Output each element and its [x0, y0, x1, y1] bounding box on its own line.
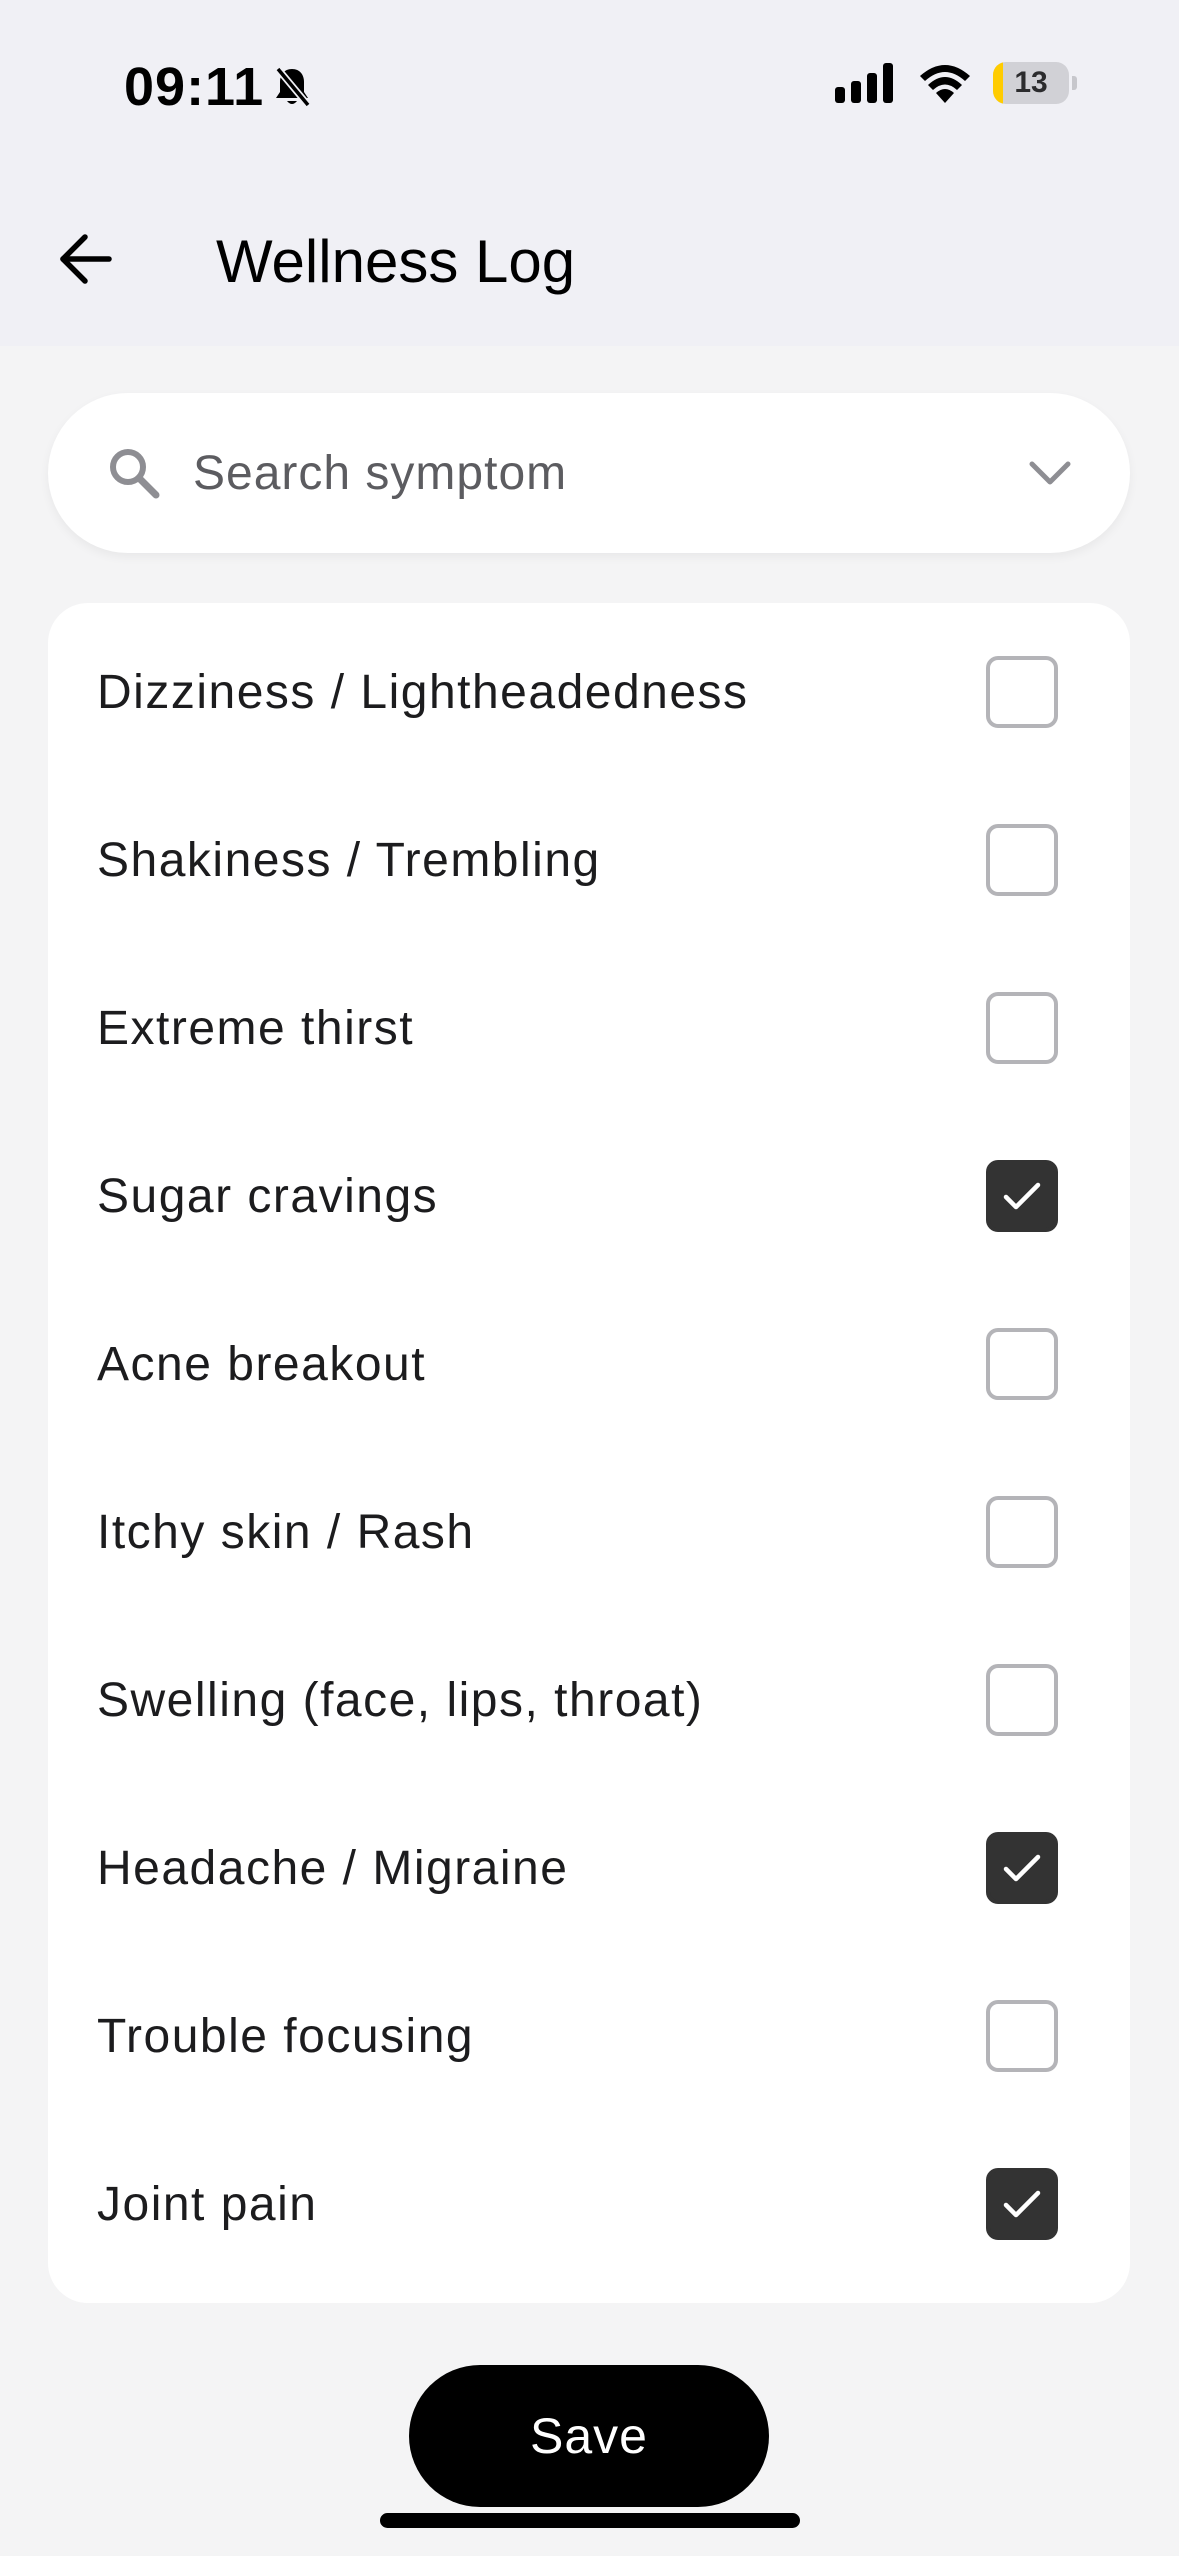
checkmark-icon — [1003, 2190, 1041, 2218]
symptom-label: Itchy skin / Rash — [97, 1505, 475, 1559]
battery-indicator: 13 — [993, 62, 1077, 104]
symptom-checkbox[interactable] — [986, 824, 1058, 896]
symptom-label: Sugar cravings — [97, 1169, 439, 1223]
symptom-row[interactable]: Trouble focusing — [48, 1952, 1130, 2120]
symptom-checkbox[interactable] — [986, 2168, 1058, 2240]
save-button[interactable]: Save — [409, 2365, 769, 2507]
chevron-down-icon — [1029, 461, 1071, 485]
symptom-label: Shakiness / Trembling — [97, 833, 601, 887]
symptom-row[interactable]: Sugar cravings — [48, 1112, 1130, 1280]
battery-level: 13 — [1014, 66, 1048, 99]
status-time: 09:11 — [124, 57, 265, 117]
symptom-checkbox[interactable] — [986, 1328, 1058, 1400]
battery-fill — [993, 62, 1003, 104]
symptom-row[interactable]: Joint pain — [48, 2120, 1130, 2288]
symptom-label: Swelling (face, lips, throat) — [97, 1673, 704, 1727]
battery-icon: 13 — [993, 62, 1069, 104]
dropdown-toggle[interactable] — [1020, 443, 1080, 503]
search-bar[interactable] — [48, 393, 1130, 553]
app-header: Wellness Log — [0, 180, 1179, 346]
search-icon — [110, 449, 160, 499]
arrow-left-icon — [60, 234, 112, 284]
symptom-checkbox[interactable] — [986, 1832, 1058, 1904]
home-indicator — [380, 2513, 800, 2528]
symptom-row[interactable]: Acne breakout — [48, 1280, 1130, 1448]
cellular-signal-icon — [835, 63, 893, 103]
checkmark-icon — [1003, 1182, 1041, 1210]
symptom-label: Trouble focusing — [97, 2009, 475, 2063]
symptom-label: Extreme thirst — [97, 1001, 415, 1055]
wifi-icon — [920, 65, 970, 103]
search-input[interactable] — [193, 393, 1013, 553]
bell-slash-icon — [275, 66, 311, 108]
symptom-checkbox[interactable] — [986, 2000, 1058, 2072]
symptom-row[interactable]: Dizziness / Lightheadedness — [48, 608, 1130, 776]
symptom-label: Headache / Migraine — [97, 1841, 569, 1895]
page-title: Wellness Log — [216, 228, 576, 295]
status-time-group: 09:11 — [124, 56, 312, 118]
symptom-row[interactable]: Extreme thirst — [48, 944, 1130, 1112]
symptom-checkbox[interactable] — [986, 1664, 1058, 1736]
symptom-row[interactable]: Swelling (face, lips, throat) — [48, 1616, 1130, 1784]
symptom-list: Dizziness / Lightheadedness Shakiness / T… — [48, 603, 1130, 2303]
symptom-label: Dizziness / Lightheadedness — [97, 665, 749, 719]
symptom-checkbox[interactable] — [986, 1496, 1058, 1568]
symptom-checkbox[interactable] — [986, 656, 1058, 728]
symptom-checkbox[interactable] — [986, 1160, 1058, 1232]
status-indicators: 13 — [835, 62, 1077, 104]
symptom-row[interactable]: Shakiness / Trembling — [48, 776, 1130, 944]
back-button[interactable] — [50, 224, 120, 294]
checkmark-icon — [1003, 1854, 1041, 1882]
status-bar: 09:11 13 — [0, 0, 1179, 180]
symptom-label: Joint pain — [97, 2177, 318, 2231]
symptom-row[interactable]: Headache / Migraine — [48, 1784, 1130, 1952]
battery-cap — [1072, 76, 1077, 90]
symptom-checkbox[interactable] — [986, 992, 1058, 1064]
symptom-label: Acne breakout — [97, 1337, 427, 1391]
symptom-row[interactable]: Itchy skin / Rash — [48, 1448, 1130, 1616]
